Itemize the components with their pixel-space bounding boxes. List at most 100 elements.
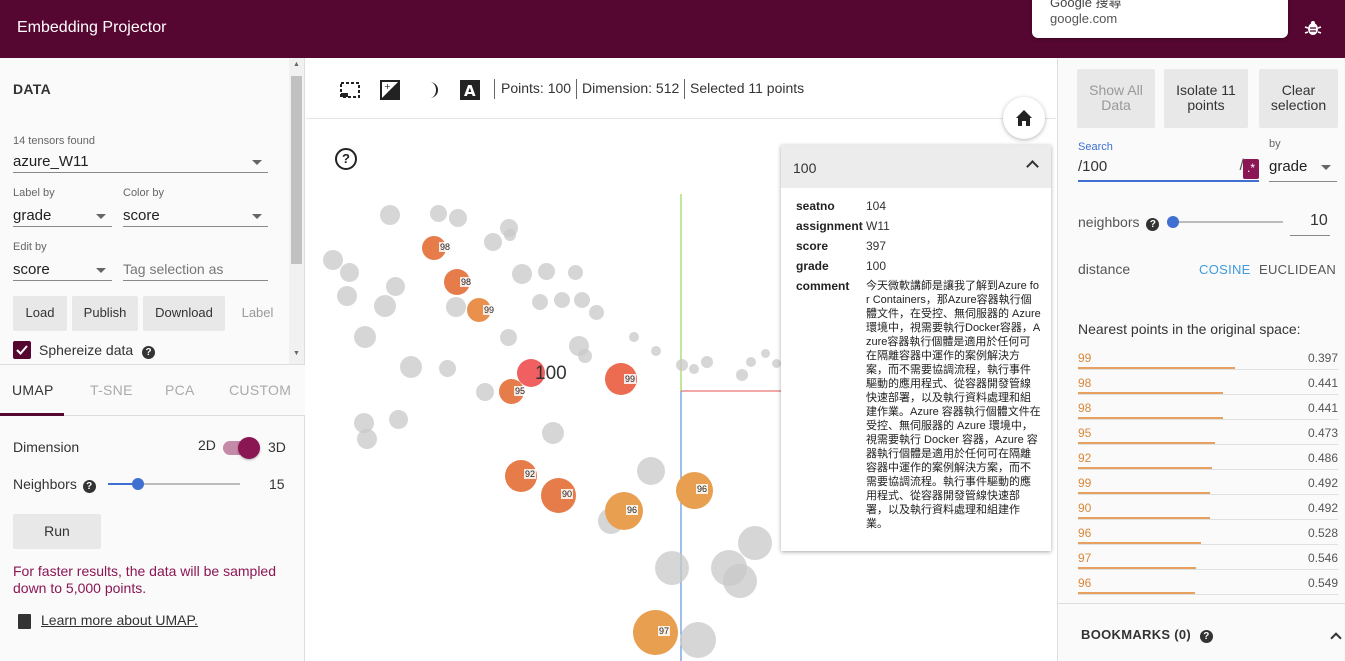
data-point[interactable] <box>746 357 756 367</box>
tensor-select[interactable]: azure_W11 <box>13 151 268 173</box>
data-point[interactable] <box>554 292 570 308</box>
data-point[interactable] <box>736 369 748 381</box>
data-point[interactable] <box>578 349 592 363</box>
nearest-point-row[interactable]: 99 0.397 <box>1078 345 1338 370</box>
scroll-down-icon[interactable]: ▼ <box>293 350 300 357</box>
data-point[interactable] <box>386 277 405 296</box>
data-point[interactable] <box>340 263 359 282</box>
regex-toggle-button[interactable]: .* <box>1243 159 1259 179</box>
label-button[interactable]: Label <box>235 296 280 331</box>
scroll-up-icon[interactable]: ▲ <box>293 61 300 68</box>
data-point[interactable] <box>476 383 494 401</box>
bug-report-icon[interactable] <box>1304 19 1322 37</box>
data-point[interactable] <box>430 205 447 222</box>
data-point[interactable] <box>449 209 467 227</box>
tag-selection-input[interactable]: Tag selection as <box>123 259 268 281</box>
data-point[interactable] <box>389 410 408 429</box>
data-point[interactable] <box>761 349 770 358</box>
data-point[interactable] <box>772 359 781 368</box>
data-point[interactable] <box>651 346 661 356</box>
data-point[interactable] <box>701 356 713 368</box>
tab-umap[interactable]: UMAP <box>12 382 54 398</box>
data-point[interactable] <box>400 356 422 378</box>
info-card-header[interactable]: 100 <box>781 145 1051 188</box>
nearest-point-row[interactable]: 98 0.441 <box>1078 370 1338 395</box>
nearest-point-row[interactable]: 95 0.473 <box>1078 420 1338 445</box>
data-point[interactable] <box>689 364 699 374</box>
neighbors-slider[interactable] <box>1173 221 1283 223</box>
search-input[interactable]: /100 / .* <box>1078 157 1259 182</box>
scrollbar-thumb[interactable] <box>291 76 302 264</box>
selected-point[interactable] <box>633 610 678 655</box>
data-point[interactable] <box>655 551 689 585</box>
data-point[interactable] <box>723 564 757 598</box>
tab-tsne[interactable]: T-SNE <box>90 382 133 398</box>
data-point[interactable] <box>574 292 590 308</box>
clear-selection-button[interactable]: Clear selection <box>1259 69 1338 128</box>
nearest-point-row[interactable]: 96 0.528 <box>1078 520 1338 545</box>
data-point[interactable] <box>380 205 400 225</box>
data-point[interactable] <box>538 263 555 280</box>
data-point[interactable] <box>337 286 357 306</box>
nearest-point-row[interactable]: 99 0.492 <box>1078 470 1338 495</box>
data-point[interactable] <box>637 457 665 485</box>
data-point[interactable] <box>512 264 532 284</box>
show-all-data-button[interactable]: Show All Data <box>1077 69 1155 128</box>
text-labels-icon[interactable]: A <box>459 79 481 101</box>
tab-custom[interactable]: CUSTOM <box>229 382 291 398</box>
label-by-select[interactable]: Label by grade <box>13 187 112 227</box>
help-icon[interactable]: ? <box>82 480 96 493</box>
data-point[interactable] <box>504 229 516 241</box>
data-point[interactable] <box>446 297 466 317</box>
neighbors-slider-knob[interactable] <box>132 478 144 490</box>
help-icon[interactable]: ? <box>1200 630 1213 643</box>
run-button[interactable]: Run <box>13 514 101 549</box>
data-point[interactable] <box>568 265 583 280</box>
nearest-point-row[interactable]: 98 0.441 <box>1078 395 1338 420</box>
data-point[interactable] <box>374 295 396 317</box>
neighbors-input[interactable]: 10 <box>1290 212 1330 236</box>
data-point[interactable] <box>589 305 604 320</box>
data-point[interactable] <box>738 526 772 560</box>
publish-button[interactable]: Publish <box>72 296 138 331</box>
data-point[interactable] <box>357 429 377 449</box>
download-button[interactable]: Download <box>143 296 225 331</box>
data-point[interactable] <box>484 233 502 251</box>
load-button[interactable]: Load <box>13 296 67 331</box>
data-point[interactable] <box>354 326 376 348</box>
search-by-select[interactable]: by grade <box>1269 138 1337 182</box>
nearest-point-row[interactable]: 92 0.486 <box>1078 445 1338 470</box>
help-icon[interactable]: ? <box>142 346 156 359</box>
data-panel-scrollbar[interactable]: ▲ ▼ <box>289 58 304 364</box>
data-point[interactable] <box>532 294 548 310</box>
nearest-point-row[interactable]: 97 0.546 <box>1078 545 1338 570</box>
chevron-up-icon[interactable] <box>1026 160 1039 173</box>
data-point[interactable] <box>629 332 639 342</box>
data-point[interactable] <box>676 359 688 371</box>
nearest-point-row[interactable]: 90 0.492 <box>1078 495 1338 520</box>
nearest-point-row[interactable]: 96 0.549 <box>1078 570 1338 595</box>
tab-pca[interactable]: PCA <box>165 382 195 398</box>
data-point[interactable] <box>500 329 517 346</box>
help-icon[interactable]: ? <box>1146 218 1160 231</box>
data-point[interactable] <box>542 422 564 444</box>
help-icon[interactable]: ? <box>335 148 357 170</box>
contrast-icon[interactable] <box>419 79 441 101</box>
chevron-up-icon[interactable] <box>1330 632 1342 644</box>
data-point[interactable] <box>439 360 456 377</box>
data-point[interactable] <box>323 250 343 270</box>
isolate-points-button[interactable]: Isolate 11 points <box>1164 69 1248 128</box>
euclidean-option[interactable]: EUCLIDEAN <box>1259 262 1336 277</box>
night-mode-icon[interactable]: + <box>379 79 401 101</box>
reset-view-button[interactable] <box>1003 97 1045 139</box>
data-point[interactable] <box>680 622 716 658</box>
link-preview-popup[interactable]: Google 搜尋 google.com <box>1032 0 1288 38</box>
edit-by-select[interactable]: Edit by score <box>13 241 112 281</box>
neighbors-slider-knob[interactable] <box>1167 216 1179 228</box>
bookmarks-section[interactable]: BOOKMARKS (0) ? <box>1058 603 1345 661</box>
sphereize-checkbox[interactable] <box>13 341 31 359</box>
select-region-icon[interactable] <box>339 79 361 101</box>
cosine-option[interactable]: COSINE <box>1199 262 1251 277</box>
learn-more-link[interactable]: Learn more about UMAP. <box>41 612 198 628</box>
color-by-select[interactable]: Color by score <box>123 187 268 227</box>
